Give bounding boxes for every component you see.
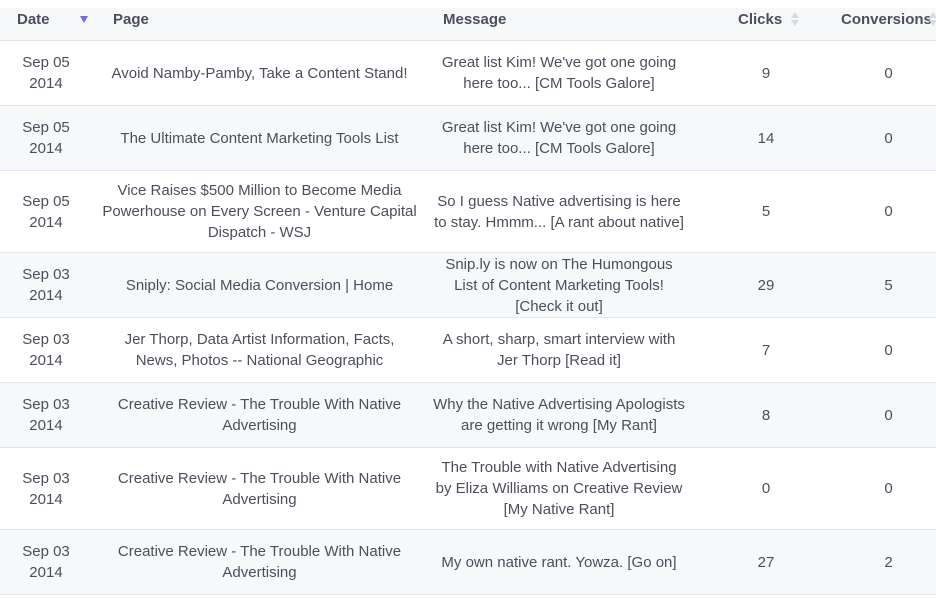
page-cell: Creative Review - The Trouble With Nativ… xyxy=(117,469,402,508)
column-header-page-label: Page xyxy=(113,11,149,28)
date-year: 2014 xyxy=(29,287,63,304)
links-table: Date Page Message Clicks Conversions Sep… xyxy=(0,0,936,595)
column-header-clicks-label: Clicks xyxy=(738,11,783,28)
table-row[interactable]: Sep 03 2014 Sniply: Social Media Conversi… xyxy=(0,253,936,318)
date-year: 2014 xyxy=(29,564,63,581)
page-cell: Creative Review - The Trouble With Nativ… xyxy=(117,543,402,581)
date-cell: Sep 05 2014 xyxy=(0,41,92,105)
column-header-message: Message xyxy=(427,8,691,40)
clicks-cell: 27 xyxy=(757,553,775,571)
message-cell: Great list Kim! We've got one going here… xyxy=(441,119,677,157)
message-cell: Why the Native Advertising Apologists ar… xyxy=(433,396,685,434)
table-row[interactable]: Sep 05 2014 The Ultimate Content Marketin… xyxy=(0,106,936,171)
table-row[interactable]: Sep 03 2014 Creative Review - The Trouble… xyxy=(0,448,936,530)
conversions-cell: 5 xyxy=(884,276,893,294)
page-cell: Jer Thorp, Data Artist Information, Fact… xyxy=(124,331,395,369)
clicks-cell: 0 xyxy=(761,480,771,497)
clicks-cell: 8 xyxy=(761,406,771,424)
table-row[interactable]: Sep 03 2014 Creative Review - The Trouble… xyxy=(0,530,936,595)
date-month-day: Sep 03 xyxy=(22,469,70,487)
column-header-page: Page xyxy=(92,8,427,40)
column-header-conversions-label: Conversions xyxy=(841,11,932,28)
date-cell: Sep 05 2014 xyxy=(0,171,92,252)
column-header-conversions[interactable]: Conversions xyxy=(841,8,936,40)
date-year: 2014 xyxy=(29,417,63,434)
message-cell: The Trouble with Native Advertising by E… xyxy=(435,459,683,518)
message-cell: My own native rant. Yowza. [Go on] xyxy=(441,553,677,571)
conversions-cell: 0 xyxy=(884,64,893,82)
page-cell: Sniply: Social Media Conversion | Home xyxy=(125,276,394,294)
date-year: 2014 xyxy=(29,490,63,508)
conversions-cell: 0 xyxy=(884,406,893,424)
date-cell: Sep 03 2014 xyxy=(0,448,92,529)
date-month-day: Sep 05 xyxy=(22,119,70,136)
date-cell: Sep 03 2014 xyxy=(0,318,92,382)
date-year: 2014 xyxy=(29,213,63,231)
conversions-cell: 0 xyxy=(884,203,893,220)
table-header: Date Page Message Clicks Conversions xyxy=(0,0,936,41)
column-header-date-label: Date xyxy=(17,11,50,28)
clicks-cell: 9 xyxy=(761,64,771,82)
sort-descending-icon[interactable] xyxy=(80,16,88,23)
clicks-cell: 5 xyxy=(761,203,771,220)
conversions-cell: 0 xyxy=(884,341,893,359)
conversions-cell: 0 xyxy=(884,129,893,147)
page-cell: Avoid Namby-Pamby, Take a Content Stand! xyxy=(111,64,408,82)
date-month-day: Sep 03 xyxy=(22,266,70,283)
date-month-day: Sep 05 xyxy=(22,54,70,71)
conversions-cell: 2 xyxy=(884,553,893,571)
table-row[interactable]: Sep 03 2014 Jer Thorp, Data Artist Inform… xyxy=(0,318,936,383)
table-row[interactable]: Sep 05 2014 Vice Raises $500 Million to B… xyxy=(0,171,936,253)
clicks-cell: 7 xyxy=(761,341,771,359)
table-row[interactable]: Sep 03 2014 Creative Review - The Trouble… xyxy=(0,383,936,448)
date-cell: Sep 03 2014 xyxy=(0,383,92,447)
message-cell: A short, sharp, smart interview with Jer… xyxy=(442,331,676,369)
column-header-date[interactable]: Date xyxy=(0,8,92,40)
sort-toggle-icon[interactable] xyxy=(791,11,799,27)
date-cell: Sep 05 2014 xyxy=(0,106,92,170)
clicks-cell: 14 xyxy=(757,129,775,147)
message-cell: Snip.ly is now on The Humongous List of … xyxy=(445,255,673,315)
column-header-message-label: Message xyxy=(443,11,507,28)
table-row[interactable]: Sep 05 2014 Avoid Namby-Pamby, Take a Con… xyxy=(0,41,936,106)
sort-toggle-icon[interactable] xyxy=(929,11,936,27)
page-cell: The Ultimate Content Marketing Tools Lis… xyxy=(120,129,399,147)
page-cell: Creative Review - The Trouble With Nativ… xyxy=(117,396,402,434)
date-year: 2014 xyxy=(29,140,63,157)
date-year: 2014 xyxy=(29,75,63,92)
date-cell: Sep 03 2014 xyxy=(0,530,92,594)
date-month-day: Sep 03 xyxy=(22,543,70,560)
date-month-day: Sep 03 xyxy=(22,331,70,348)
conversions-cell: 0 xyxy=(884,480,893,497)
column-header-clicks[interactable]: Clicks xyxy=(691,8,841,40)
message-cell: So I guess Native advertising is here to… xyxy=(434,192,684,231)
clicks-cell: 29 xyxy=(757,276,775,294)
message-cell: Great list Kim! We've got one going here… xyxy=(441,54,677,92)
date-year: 2014 xyxy=(29,352,63,369)
date-cell: Sep 03 2014 xyxy=(0,253,92,317)
page-cell: Vice Raises $500 Million to Become Media… xyxy=(102,182,417,241)
date-month-day: Sep 03 xyxy=(22,396,70,413)
date-month-day: Sep 05 xyxy=(22,192,70,210)
